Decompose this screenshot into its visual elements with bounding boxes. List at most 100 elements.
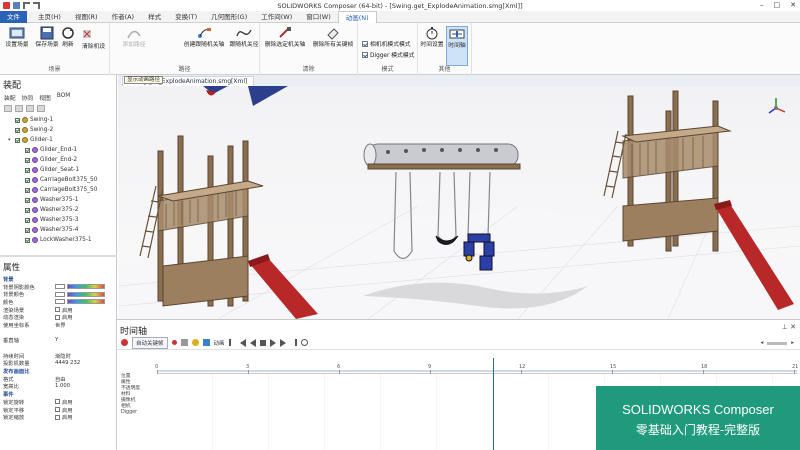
timeline-playhead[interactable] <box>493 358 494 450</box>
tab-8[interactable]: 窗口(W) <box>299 11 338 23</box>
digger-mode-checkbox[interactable] <box>362 51 368 58</box>
visibility-checkbox[interactable] <box>25 147 30 153</box>
property-row[interactable]: 锁定缩放 启用 <box>0 413 117 421</box>
clear-setting-label[interactable]: 清除机设 <box>82 41 105 50</box>
property-row[interactable]: 背景颜色 <box>0 290 117 298</box>
visibility-checkbox[interactable] <box>15 137 20 143</box>
property-value[interactable] <box>55 299 117 305</box>
visibility-checkbox[interactable] <box>25 187 30 193</box>
expand-icon[interactable] <box>15 105 23 112</box>
animation-dropdown[interactable]: 动画 <box>214 339 225 347</box>
refresh-button[interactable]: 刷新 <box>58 26 78 49</box>
property-row[interactable] <box>0 344 117 352</box>
property-row[interactable]: 格式 自由 <box>0 375 117 383</box>
tab-assembly[interactable]: 装配 <box>4 93 16 102</box>
tab-bom[interactable]: BOM <box>57 93 70 102</box>
color-gradient-picker[interactable] <box>67 299 105 305</box>
property-row[interactable]: 渲染场景 启用 <box>0 306 117 314</box>
tree-item[interactable]: Swing-2 <box>4 125 116 135</box>
camera-mode-toggle[interactable]: 相机机模式模式 <box>362 39 411 48</box>
tree-item[interactable]: Washer375-4 <box>4 225 116 235</box>
tab-4[interactable]: 样式 <box>141 11 168 23</box>
color-swatch[interactable] <box>55 291 65 297</box>
tab-2[interactable]: 视图(R) <box>68 11 105 23</box>
color-gradient-picker[interactable] <box>67 284 105 290</box>
3d-viewport[interactable] <box>118 86 800 319</box>
tree-item[interactable]: Glider_End-2 <box>4 155 116 165</box>
property-checkbox[interactable] <box>55 414 60 420</box>
clear-setting-button[interactable] <box>82 29 92 39</box>
panel-splitter[interactable] <box>0 255 117 257</box>
property-value[interactable]: 世界 <box>55 321 117 329</box>
visibility-checkbox[interactable] <box>25 197 30 203</box>
property-value[interactable]: Y <box>55 337 117 343</box>
tab-6[interactable]: 几何图形(G) <box>204 11 254 23</box>
property-value[interactable]: 1.000 <box>55 383 117 389</box>
minimize-button[interactable]: – <box>760 1 764 9</box>
auto-keyframe-button[interactable]: 自动关键帧 <box>132 336 168 349</box>
property-row[interactable]: 颜色 <box>0 298 117 306</box>
tab-3[interactable]: 作者(A) <box>105 11 142 23</box>
property-value[interactable]: 4449 232 <box>55 360 117 366</box>
color-swatch[interactable] <box>55 299 65 305</box>
tree-item[interactable]: LockWasher375-1 <box>4 235 116 245</box>
sync-icon[interactable] <box>37 105 45 112</box>
visibility-checkbox[interactable] <box>25 227 30 233</box>
tree-item[interactable]: Glider_End-1 <box>4 145 116 155</box>
property-value[interactable]: 启用 <box>55 413 117 421</box>
visibility-checkbox[interactable] <box>25 167 30 173</box>
property-row[interactable]: 动态渲染 启用 <box>0 313 117 321</box>
property-row[interactable]: 持续时间 渐隐时 <box>0 352 117 360</box>
camera-mode-checkbox[interactable] <box>362 40 368 47</box>
property-row[interactable]: 使用坐标系 世界 <box>0 321 117 329</box>
property-checkbox[interactable] <box>55 407 60 413</box>
tab-9[interactable]: 动画(N) <box>337 10 377 23</box>
tree-item[interactable]: Washer375-1 <box>4 195 116 205</box>
tab-7[interactable]: 工作间(W) <box>254 11 299 23</box>
key-icon[interactable] <box>171 340 177 345</box>
prev-key-icon[interactable] <box>239 338 246 347</box>
tree-item[interactable]: Washer375-3 <box>4 215 116 225</box>
property-row[interactable]: 锁定旋转 启用 <box>0 398 117 406</box>
set-scene-button[interactable]: 设置场景 <box>2 26 32 49</box>
tree-item[interactable]: ▾ Glider-1 <box>4 135 116 145</box>
tree-item[interactable]: CarriageBolt375_50 <box>4 185 116 195</box>
create-follow-keyframe-button[interactable]: 创建跟随机关轴 <box>180 26 228 49</box>
expand-toggle-icon[interactable]: ▾ <box>8 137 13 143</box>
tree-item[interactable]: Washer375-2 <box>4 205 116 215</box>
visibility-checkbox[interactable] <box>15 127 20 133</box>
tab-views[interactable]: 视图 <box>39 93 51 102</box>
property-row[interactable]: 发布画面比 <box>0 367 117 375</box>
property-checkbox[interactable] <box>55 399 60 405</box>
property-value[interactable]: 渐隐时 <box>55 352 117 360</box>
axis-triad-icon[interactable] <box>768 98 786 114</box>
close-button[interactable]: ✕ <box>790 1 796 9</box>
tab-5[interactable]: 变换(T) <box>168 11 204 23</box>
maximize-button[interactable]: □ <box>774 1 781 9</box>
visibility-checkbox[interactable] <box>25 207 30 213</box>
property-row[interactable]: 宽高比 1.000 <box>0 383 117 390</box>
position-key-icon[interactable] <box>202 339 210 346</box>
digger-key-icon[interactable] <box>191 339 199 346</box>
time-settings-button[interactable]: 时间设置 <box>420 26 444 49</box>
property-row[interactable]: 锁定平移 启用 <box>0 406 117 414</box>
visibility-checkbox[interactable] <box>25 237 30 243</box>
play-icon[interactable] <box>269 338 276 347</box>
visibility-checkbox[interactable] <box>15 117 20 123</box>
tree-item[interactable]: CarriageBolt375_50 <box>4 175 116 185</box>
property-row[interactable]: 背景阴影颜色 <box>0 283 117 291</box>
zoom-out-icon[interactable]: ◂ <box>760 340 763 346</box>
go-end-icon[interactable] <box>290 339 297 346</box>
color-swatch[interactable] <box>55 284 65 290</box>
go-start-icon[interactable] <box>228 339 236 346</box>
tree-item[interactable]: Glider_Seat-1 <box>4 165 116 175</box>
camera-key-icon[interactable] <box>180 339 188 346</box>
property-row[interactable] <box>0 329 117 337</box>
visibility-checkbox[interactable] <box>25 177 30 183</box>
play-reverse-icon[interactable] <box>249 338 256 347</box>
property-value[interactable] <box>55 284 117 290</box>
next-key-icon[interactable] <box>279 338 286 347</box>
property-row[interactable]: 投影机数量 4449 232 <box>0 360 117 367</box>
property-row[interactable]: 背景 <box>0 275 117 283</box>
tab-0[interactable]: 文件 <box>0 10 27 23</box>
